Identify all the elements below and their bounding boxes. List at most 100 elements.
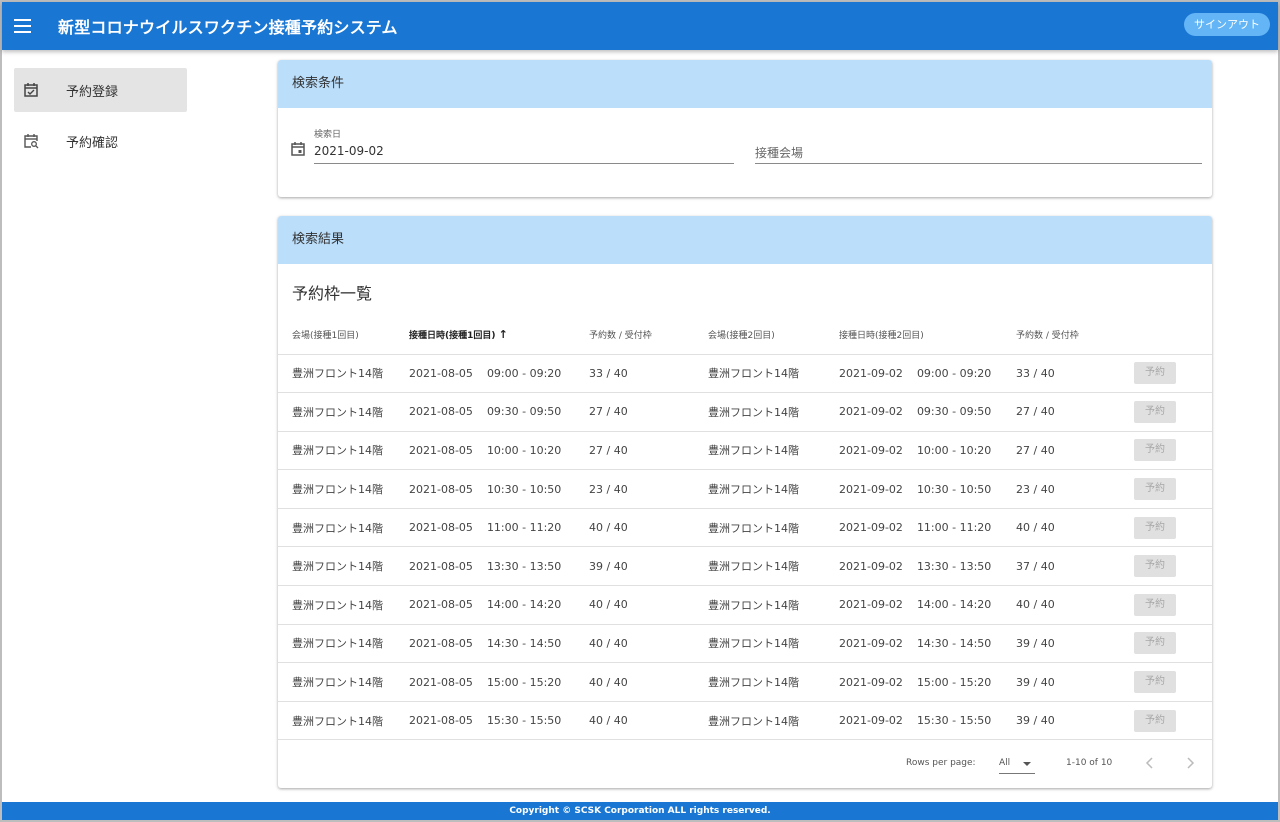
table-row: 豊洲フロント14階 2021-08-05 10:30 - 10:50 23 / 40 豊… — [278, 469, 1212, 509]
count1-cell: 27 / 40 — [589, 405, 628, 419]
date2-cell: 2021-09-02 — [839, 482, 903, 496]
venue2-cell: 豊洲フロント14階 — [708, 483, 799, 497]
count2-cell: 39 / 40 — [1016, 714, 1055, 728]
date1-cell: 2021-08-05 — [409, 675, 473, 689]
nav-item-reservation-confirm[interactable]: 予約確認 — [14, 119, 187, 163]
date1-cell: 2021-08-05 — [409, 714, 473, 728]
time2-cell: 09:00 - 09:20 — [916, 366, 992, 380]
count2-cell: 40 / 40 — [1016, 521, 1055, 535]
time2-cell: 09:30 - 09:50 — [916, 405, 992, 419]
search-date-field[interactable]: 検索日 2021-09-02 — [314, 126, 734, 164]
pagination-range: 1-10 of 10 — [1066, 758, 1113, 769]
time2-cell: 14:30 - 14:50 — [916, 636, 992, 650]
time2-cell: 10:30 - 10:50 — [916, 482, 992, 496]
count1-cell: 39 / 40 — [589, 559, 628, 573]
reserve-button[interactable]: 予約 — [1134, 709, 1176, 732]
date2-cell: 2021-09-02 — [839, 675, 903, 689]
count2-cell: 40 / 40 — [1016, 598, 1055, 612]
time2-cell: 13:30 - 13:50 — [916, 559, 992, 573]
reserve-button[interactable]: 予約 — [1134, 555, 1176, 578]
reservation-table: 会場(接種1回目) 接種日時(接種1回目) ↑ 予約数 / 受付枠 会場(接種2… — [278, 316, 1212, 741]
venue2-cell: 豊洲フロント14階 — [708, 637, 799, 651]
time2-cell: 15:30 - 15:50 — [916, 714, 992, 728]
table-row: 豊洲フロント14階 2021-08-05 14:30 - 14:50 40 / 40 豊… — [278, 624, 1212, 664]
venue1-cell: 豊洲フロント14階 — [292, 598, 383, 612]
date1-cell: 2021-08-05 — [409, 521, 473, 535]
venue1-cell: 豊洲フロント14階 — [292, 637, 383, 651]
time1-cell: 10:30 - 10:50 — [486, 482, 562, 496]
count1-cell: 33 / 40 — [589, 366, 628, 380]
reserve-button[interactable]: 予約 — [1134, 439, 1176, 462]
venue1-cell: 豊洲フロント14階 — [292, 405, 383, 419]
count2-cell: 27 / 40 — [1016, 405, 1055, 419]
reserve-button[interactable]: 予約 — [1134, 632, 1176, 655]
venue1-cell: 豊洲フロント14階 — [292, 367, 383, 381]
col-header-datetime1[interactable]: 接種日時(接種1回目) ↑ — [409, 316, 589, 355]
signout-button[interactable]: サインアウト — [1184, 13, 1270, 36]
count1-cell: 40 / 40 — [589, 675, 628, 689]
col-header-venue1[interactable]: 会場(接種1回目) — [278, 316, 409, 355]
time1-cell: 15:30 - 15:50 — [486, 714, 562, 728]
reserve-button[interactable]: 予約 — [1134, 516, 1176, 539]
rows-per-page-label: Rows per page: — [906, 758, 976, 769]
col-header-count1[interactable]: 予約数 / 受付枠 — [589, 316, 708, 355]
col-header-datetime1-label: 接種日時(接種1回目) — [409, 331, 496, 342]
rows-per-page-select[interactable]: All — [999, 752, 1035, 775]
date1-cell: 2021-08-05 — [409, 559, 473, 573]
date2-cell: 2021-09-02 — [839, 559, 903, 573]
venue2-cell: 豊洲フロント14階 — [708, 560, 799, 574]
venue2-cell: 豊洲フロント14階 — [708, 521, 799, 535]
time2-cell: 11:00 - 11:20 — [916, 521, 992, 535]
col-header-datetime2[interactable]: 接種日時(接種2回目) — [839, 316, 1016, 355]
nav-drawer: 予約登録 予約確認 — [2, 50, 200, 802]
count1-cell: 40 / 40 — [589, 636, 628, 650]
reserve-button[interactable]: 予約 — [1134, 478, 1176, 501]
menu-icon[interactable] — [12, 14, 36, 38]
nav-item-label: 予約登録 — [66, 84, 119, 100]
time1-cell: 10:00 - 10:20 — [486, 443, 562, 457]
search-card-header: 検索条件 — [278, 60, 1212, 108]
count2-cell: 37 / 40 — [1016, 559, 1055, 573]
calendar-icon[interactable] — [290, 141, 306, 157]
date1-cell: 2021-08-05 — [409, 405, 473, 419]
nav-item-reservation-register[interactable]: 予約登録 — [14, 68, 187, 112]
venue2-cell: 豊洲フロント14階 — [708, 676, 799, 690]
table-row: 豊洲フロント14階 2021-08-05 09:00 - 09:20 33 / 40 豊… — [278, 354, 1212, 394]
time2-cell: 10:00 - 10:20 — [916, 443, 992, 457]
count1-cell: 27 / 40 — [589, 443, 628, 457]
table-row: 豊洲フロント14階 2021-08-05 11:00 - 11:20 40 / 40 豊… — [278, 508, 1212, 548]
date2-cell: 2021-09-02 — [839, 636, 903, 650]
venue2-cell: 豊洲フロント14階 — [708, 367, 799, 381]
footer: Copyright © SCSK Corporation ALL rights … — [2, 802, 1278, 820]
date1-cell: 2021-08-05 — [409, 366, 473, 380]
venue2-cell: 豊洲フロント14階 — [708, 598, 799, 612]
results-title: 予約枠一覧 — [292, 284, 373, 303]
col-header-count2[interactable]: 予約数 / 受付枠 — [1016, 316, 1134, 355]
reserve-button[interactable]: 予約 — [1134, 362, 1176, 385]
date2-cell: 2021-09-02 — [839, 366, 903, 380]
table-pagination: Rows per page: All 1-10 of 10 — [278, 740, 1212, 785]
chevron-right-icon[interactable] — [1180, 753, 1200, 773]
venue1-cell: 豊洲フロント14階 — [292, 521, 383, 535]
app-title: 新型コロナウイルスワクチン接種予約システム — [58, 18, 398, 37]
venue1-cell: 豊洲フロント14階 — [292, 714, 383, 728]
col-header-venue2[interactable]: 会場(接種2回目) — [708, 316, 839, 355]
table-row: 豊洲フロント14階 2021-08-05 14:00 - 14:20 40 / 40 豊… — [278, 585, 1212, 625]
reserve-button[interactable]: 予約 — [1134, 593, 1176, 616]
time2-cell: 14:00 - 14:20 — [916, 598, 992, 612]
count2-cell: 27 / 40 — [1016, 443, 1055, 457]
search-date-value: 2021-09-02 — [314, 144, 384, 158]
chevron-left-icon[interactable] — [1140, 753, 1160, 773]
time1-cell: 09:30 - 09:50 — [486, 405, 562, 419]
venue-field[interactable]: 接種会場 — [755, 126, 1202, 164]
date1-cell: 2021-08-05 — [409, 482, 473, 496]
dropdown-arrow-icon — [1023, 762, 1031, 767]
reserve-button[interactable]: 予約 — [1134, 671, 1176, 694]
time1-cell: 14:00 - 14:20 — [486, 598, 562, 612]
rows-per-page-value: All — [999, 758, 1011, 769]
time1-cell: 09:00 - 09:20 — [486, 366, 562, 380]
reserve-button[interactable]: 予約 — [1134, 400, 1176, 423]
time2-cell: 15:00 - 15:20 — [916, 675, 992, 689]
venue1-cell: 豊洲フロント14階 — [292, 560, 383, 574]
count1-cell: 40 / 40 — [589, 598, 628, 612]
